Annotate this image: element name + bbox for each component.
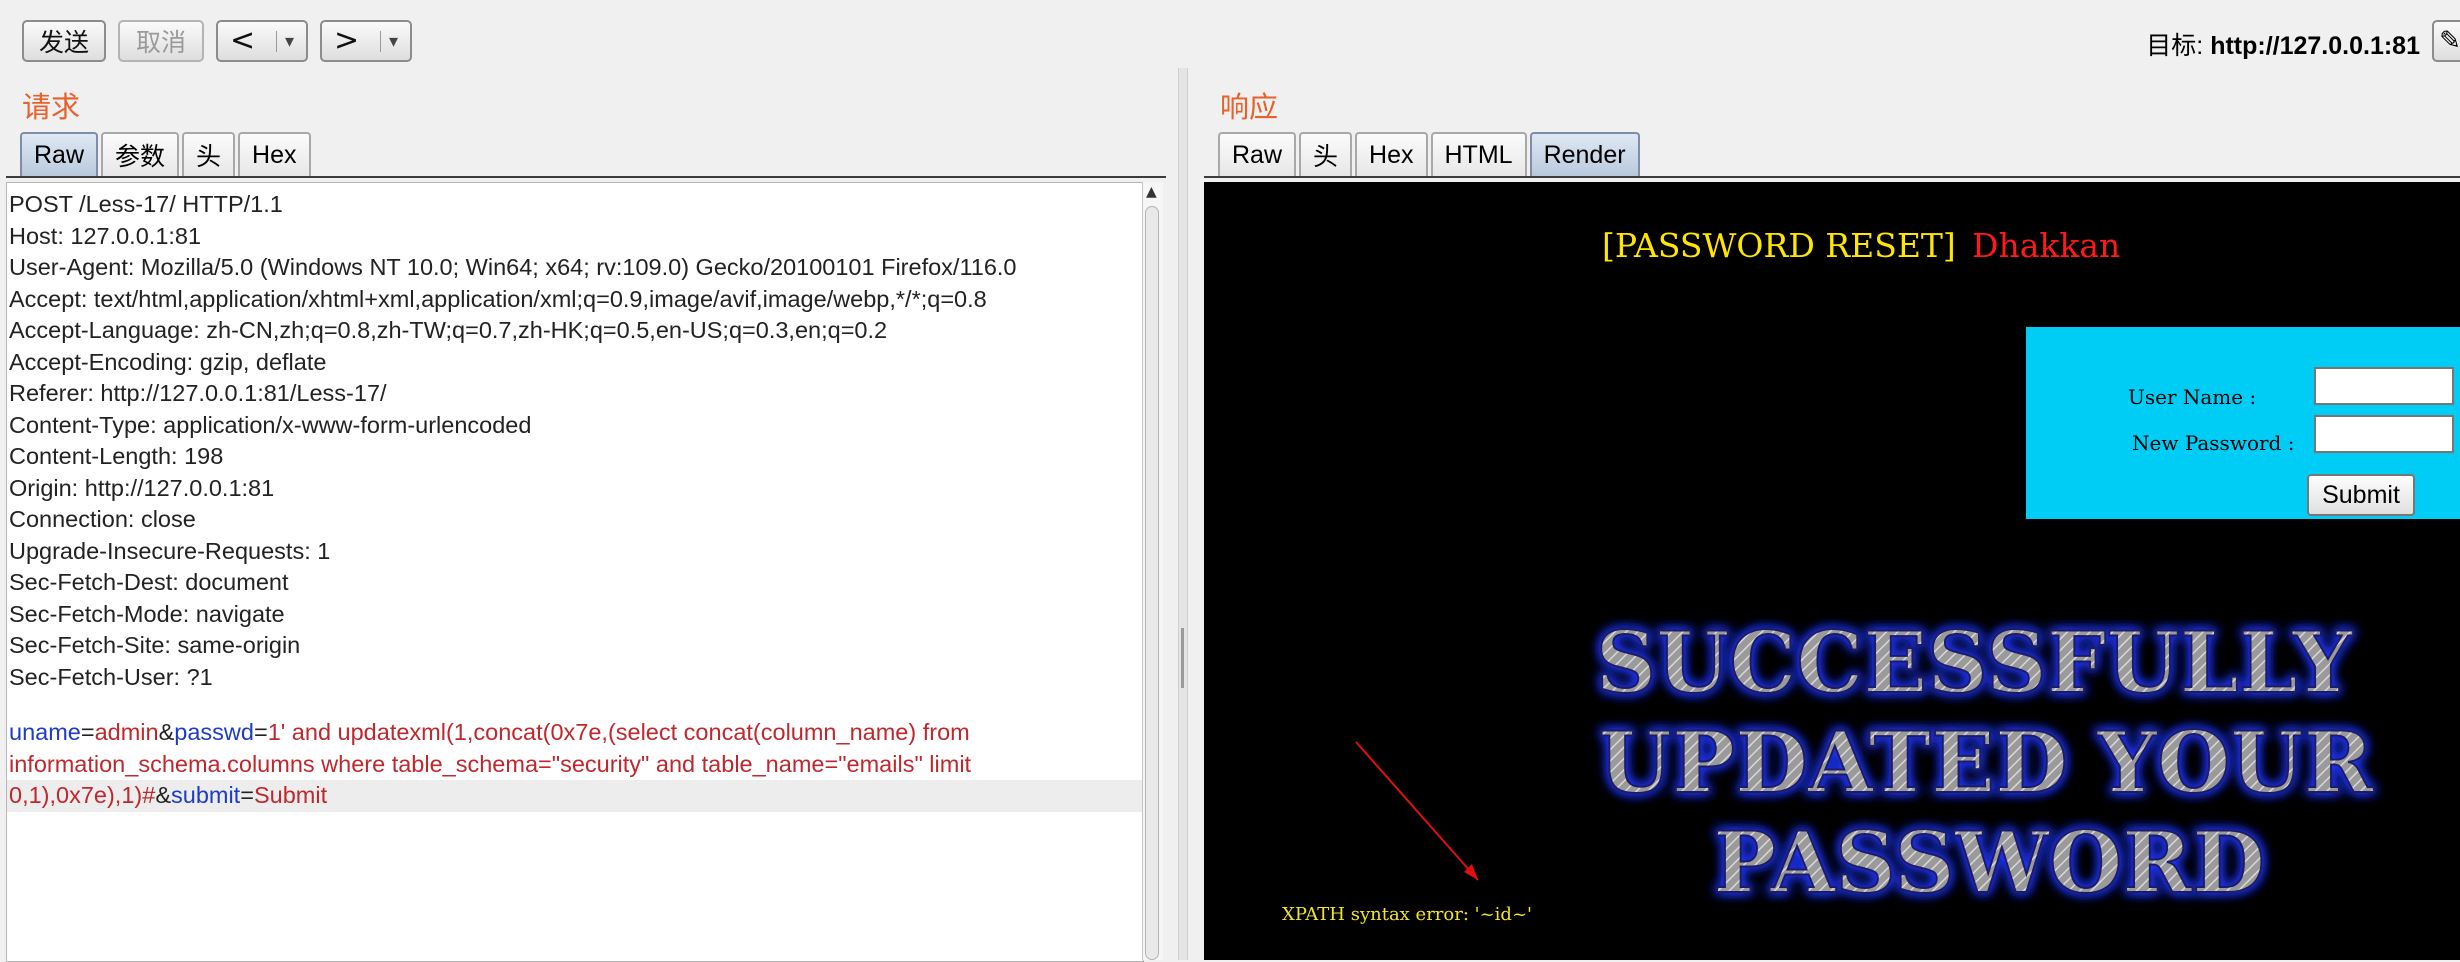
back-arrow-icon: <	[230, 23, 256, 58]
banner-line-2: UPDATED YOUR	[1599, 713, 2375, 812]
user-name-label: User Name :	[2128, 385, 2257, 409]
new-password-input[interactable]	[2314, 415, 2454, 453]
response-tab-headers[interactable]: 头	[1299, 132, 1353, 176]
request-header-line: User-Agent: Mozilla/5.0 (Windows NT 10.0…	[9, 254, 1017, 280]
edit-target-button[interactable]: ✎	[2432, 20, 2460, 62]
xpath-error-message: XPATH syntax error: '~id~'	[1282, 904, 1532, 925]
request-header-line: Host: 127.0.0.1:81	[9, 222, 202, 249]
success-banner: SUCCESSFULLY UPDATED YOUR PASSWORD	[1595, 612, 2376, 913]
request-tab-headers[interactable]: 头	[182, 132, 236, 176]
param-separator: &	[158, 719, 175, 745]
request-title: 请求	[22, 90, 81, 124]
request-header-line: Referer: http://127.0.0.1:81/Less-17/	[9, 380, 387, 406]
param-passwd-name: passwd	[174, 719, 254, 745]
forward-arrow-icon: >	[334, 23, 360, 58]
send-button[interactable]: 发送	[22, 20, 106, 62]
request-header-line: Content-Length: 198	[9, 443, 224, 469]
scroll-up-arrow-icon[interactable]: ▲	[1146, 184, 1157, 200]
body-line-2: information_schema.columns where table_s…	[9, 749, 971, 781]
response-tab-hex[interactable]: Hex	[1355, 132, 1428, 176]
user-name-input[interactable]	[2314, 367, 2454, 405]
rendered-response: [PASSWORD RESET] Dhakkan User Name : New…	[1204, 182, 2460, 960]
response-tabs: Raw 头 Hex HTML Render	[1218, 132, 1643, 178]
body-line-3: 0,1),0x7e),1)#&submit=Submit	[9, 780, 327, 812]
param-passwd-value-part3: 0,1),0x7e),1)#	[9, 782, 156, 808]
request-header-line: Content-Type: application/x-www-form-url…	[9, 411, 532, 438]
request-tab-hex[interactable]: Hex	[238, 132, 311, 176]
param-separator: &	[155, 782, 171, 808]
request-header-line: Upgrade-Insecure-Requests: 1	[9, 537, 331, 564]
banner-line-1: SUCCESSFULLY	[1596, 613, 2354, 712]
target-host: 目标: http://127.0.0.1:81	[2146, 26, 2420, 62]
request-header-line: Accept-Encoding: gzip, deflate	[9, 348, 327, 375]
response-tab-raw[interactable]: Raw	[1218, 132, 1297, 176]
param-equals: =	[253, 719, 268, 745]
page-heading: [PASSWORD RESET]	[1602, 226, 1956, 265]
request-tab-underline	[6, 176, 1166, 178]
target-label: 目标:	[2146, 32, 2204, 60]
target-value: http://127.0.0.1:81	[2210, 32, 2420, 60]
request-header-line: Sec-Fetch-Mode: navigate	[9, 600, 285, 627]
back-button[interactable]: < ▾	[216, 20, 308, 62]
response-tab-render[interactable]: Render	[1529, 132, 1640, 176]
cancel-button[interactable]: 取消	[118, 20, 204, 62]
request-header-line: Sec-Fetch-User: ?1	[9, 663, 213, 690]
request-header-line: Accept-Language: zh-CN,zh;q=0.8,zh-TW;q=…	[9, 317, 888, 343]
banner-line-3: PASSWORD	[1713, 813, 2265, 912]
request-scrollbar[interactable]: ▲	[1142, 182, 1163, 960]
request-tab-raw[interactable]: Raw	[20, 132, 99, 176]
param-equals: =	[240, 782, 254, 808]
back-history-dropdown-icon[interactable]: ▾	[275, 30, 294, 52]
response-tab-underline	[1204, 176, 2460, 178]
red-annotation-arrow-icon	[1355, 741, 1479, 881]
request-header-line: Sec-Fetch-Site: same-origin	[9, 632, 301, 658]
request-header-line: Connection: close	[9, 506, 196, 532]
param-uname-name: uname	[9, 719, 81, 745]
request-editor[interactable]: POST /Less-17/ HTTP/1.1 Host: 127.0.0.1:8…	[6, 182, 1144, 962]
param-passwd-value-part1: 1' and updatexml(1,concat(0x7e,(select c…	[267, 719, 970, 745]
pencil-icon: ✎	[2439, 26, 2460, 56]
forward-history-dropdown-icon[interactable]: ▾	[379, 30, 398, 52]
response-tab-html[interactable]: HTML	[1430, 132, 1527, 176]
response-title: 响应	[1220, 90, 1279, 124]
page-author: Dhakkan	[1972, 226, 2121, 265]
new-password-label: New Password :	[2132, 431, 2295, 455]
divider-grip-icon[interactable]	[1181, 628, 1184, 688]
request-header-line: Sec-Fetch-Dest: document	[9, 569, 289, 595]
form-submit-button[interactable]: Submit	[2307, 474, 2415, 516]
param-passwd-value-part2: information_schema.columns where table_s…	[9, 750, 972, 777]
split-pane-divider[interactable]	[1178, 68, 1188, 960]
param-equals: =	[80, 719, 95, 745]
request-header-line: POST /Less-17/ HTTP/1.1	[9, 191, 283, 217]
request-tab-params[interactable]: 参数	[101, 132, 180, 176]
param-submit-name: submit	[171, 782, 241, 808]
body-line-1: uname=admin&passwd=1' and updatexml(1,co…	[9, 717, 970, 749]
param-submit-value: Submit	[253, 782, 328, 808]
request-header-line: Accept: text/html,application/xhtml+xml,…	[9, 285, 987, 312]
request-header-line: Origin: http://127.0.0.1:81	[9, 474, 275, 501]
forward-button[interactable]: > ▾	[320, 20, 412, 62]
param-uname-value: admin	[94, 719, 159, 745]
request-tabs: Raw 参数 头 Hex	[20, 132, 314, 178]
scroll-thumb[interactable]	[1145, 206, 1159, 960]
